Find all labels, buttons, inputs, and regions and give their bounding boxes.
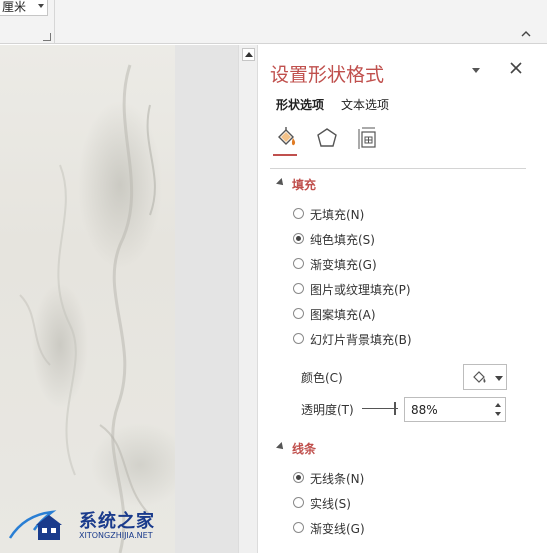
unit-dropdown-value: 厘米 [2, 0, 27, 14]
close-icon[interactable] [509, 61, 523, 75]
pane-title: 设置形状格式 [270, 64, 385, 86]
slide-canvas[interactable] [0, 45, 175, 553]
house-logo-icon [8, 510, 62, 540]
radio-button[interactable] [293, 258, 304, 269]
radio-label: 图案填充(A) [310, 308, 376, 322]
slide-background-image [19, 64, 156, 553]
transparency-label: 透明度(T) [301, 403, 354, 417]
chevron-down-icon [495, 376, 503, 381]
pane-divider [270, 168, 526, 169]
radio-button[interactable] [293, 333, 304, 344]
fill-line-icon[interactable] [273, 125, 299, 151]
collapse-triangle-icon [276, 442, 286, 452]
size-properties-icon[interactable] [355, 125, 381, 151]
radio-button[interactable] [293, 208, 304, 219]
radio-button[interactable] [293, 283, 304, 294]
vertical-scrollbar[interactable] [238, 45, 258, 553]
radio-label: 图片或纹理填充(P) [310, 283, 411, 297]
radio-button[interactable] [293, 522, 304, 533]
unit-dropdown[interactable]: 厘米 [0, 0, 48, 16]
tab-shape-options[interactable]: 形状选项 [276, 96, 324, 113]
spin-up-icon[interactable] [495, 403, 501, 407]
canvas-margin [175, 45, 238, 553]
radio-label: 无线条(N) [310, 472, 365, 486]
fill-section-title: 填充 [292, 178, 317, 192]
color-label: 颜色(C) [301, 371, 343, 385]
transparency-slider[interactable] [362, 401, 400, 415]
ribbon: 厘米 [0, 0, 547, 44]
dialog-launcher-icon[interactable] [43, 33, 51, 41]
line-section-header[interactable]: 线条 [276, 440, 317, 457]
paint-bucket-icon [473, 371, 486, 383]
format-shape-pane: 设置形状格式 形状选项 文本选项 填充 无填充(N) 纯色填充(S) 渐变填充(… [259, 45, 547, 553]
radio-label: 渐变填充(G) [310, 258, 377, 272]
transparency-spinner[interactable]: 88% [404, 397, 506, 422]
watermark-title: 系统之家 [79, 511, 155, 532]
spin-down-icon[interactable] [495, 412, 501, 416]
radio-button[interactable] [293, 472, 304, 483]
transparency-value: 88% [411, 403, 438, 417]
fill-section-header[interactable]: 填充 [276, 176, 317, 193]
app-window: 厘米 设置形状格式 形状选项 文本选项 填充 无填充(N) 纯色填充(S) 渐变… [0, 0, 547, 553]
radio-label: 纯色填充(S) [310, 233, 375, 247]
tab-text-options[interactable]: 文本选项 [341, 96, 389, 113]
radio-button[interactable] [293, 308, 304, 319]
watermark-subtitle: XITONGZHIJIA.NET [79, 531, 153, 540]
color-picker-button[interactable] [463, 364, 507, 390]
radio-label: 无填充(N) [310, 208, 365, 222]
chevron-down-icon [38, 4, 44, 8]
slider-track [362, 408, 398, 409]
radio-label: 实线(S) [310, 497, 351, 511]
radio-button[interactable] [293, 497, 304, 508]
watermark: 系统之家 XITONGZHIJIA.NET [4, 506, 164, 546]
slider-thumb[interactable] [394, 402, 396, 415]
effects-icon[interactable] [314, 125, 340, 151]
radio-label: 幻灯片背景填充(B) [310, 333, 412, 347]
scroll-up-button[interactable] [242, 48, 255, 61]
radio-label: 渐变线(G) [310, 522, 365, 536]
collapse-triangle-icon [276, 178, 286, 188]
pane-options-icon[interactable] [469, 65, 483, 75]
ribbon-divider [54, 0, 55, 44]
collapse-ribbon-icon[interactable] [521, 29, 531, 39]
active-category-indicator [273, 154, 297, 156]
radio-button[interactable] [293, 233, 304, 244]
line-section-title: 线条 [292, 442, 317, 456]
